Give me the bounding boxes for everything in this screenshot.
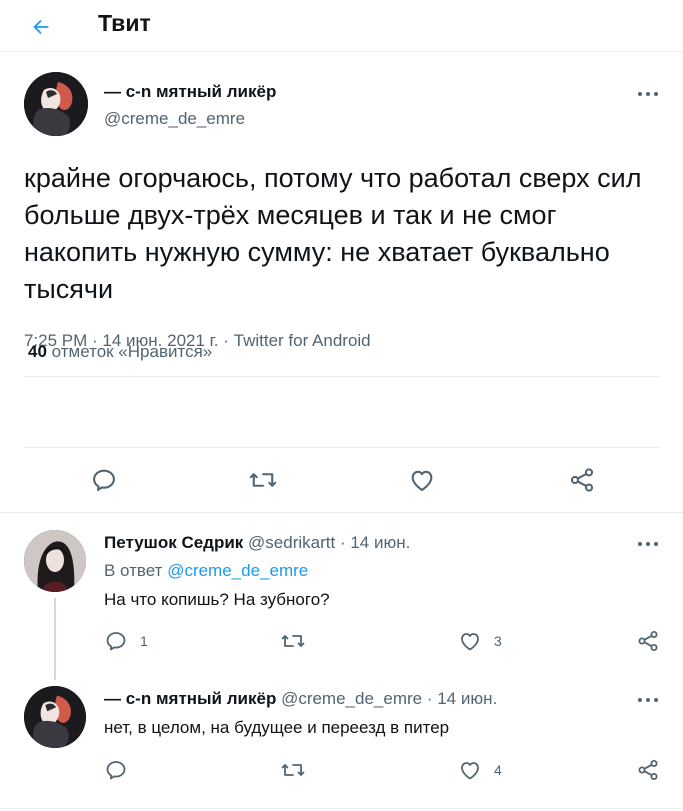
share-button[interactable]	[568, 466, 596, 494]
heart-icon	[461, 633, 479, 651]
reply-button[interactable]	[90, 466, 118, 494]
retweet-icon	[249, 473, 277, 487]
reply-icon	[106, 761, 126, 780]
more-horizontal-icon	[638, 542, 658, 546]
divider	[0, 512, 683, 513]
author-handle[interactable]: @sedrikartt	[248, 533, 335, 552]
more-options-button[interactable]	[634, 690, 662, 710]
reply-button[interactable]: 1	[104, 629, 148, 653]
more-horizontal-icon	[638, 92, 658, 96]
avatar[interactable]	[24, 686, 86, 748]
likes-count: 40	[28, 342, 47, 361]
reply-to-handle[interactable]: @creme_de_emre	[167, 561, 308, 580]
likes-summary[interactable]: 40 отметок «Нравится»	[28, 342, 212, 362]
retweet-button[interactable]	[248, 466, 278, 494]
more-horizontal-icon	[638, 698, 658, 702]
share-icon	[638, 760, 658, 780]
avatar[interactable]	[24, 530, 86, 592]
like-button[interactable]: 3	[458, 629, 502, 653]
retweet-icon	[281, 764, 305, 776]
heart-icon	[411, 470, 433, 491]
reply-header: — c-n мятный ликёр @creme_de_emre · 14 и…	[104, 689, 497, 709]
tweet-date[interactable]: · 14 июн.	[427, 689, 497, 708]
divider	[24, 447, 660, 448]
divider	[24, 376, 660, 377]
back-button[interactable]	[24, 10, 58, 44]
avatar-image	[24, 686, 86, 748]
reply-header: Петушок Седрик @sedrikartt · 14 июн.	[104, 533, 410, 553]
thread-line	[54, 598, 56, 680]
author-name[interactable]: — c-n мятный ликёр	[104, 82, 276, 102]
arrow-left-icon	[33, 19, 49, 35]
like-count: 3	[494, 633, 502, 649]
tweet-text: На что копишь? На зубного?	[104, 590, 330, 609]
avatar-image	[24, 530, 86, 592]
share-icon	[638, 631, 658, 651]
page-title: Твит	[98, 10, 151, 36]
like-button[interactable]	[408, 466, 436, 494]
more-options-button[interactable]	[634, 534, 662, 554]
retweet-button[interactable]	[280, 758, 318, 782]
retweet-icon	[281, 635, 305, 647]
author-name[interactable]: Петушок Седрик	[104, 533, 243, 552]
reply-count: 1	[140, 633, 148, 649]
reply-icon	[93, 469, 115, 491]
divider	[0, 808, 683, 809]
reply-to-line: В ответ @creme_de_emre	[104, 561, 308, 581]
like-count: 4	[494, 762, 502, 778]
top-bar: Твит	[0, 0, 683, 52]
avatar-image	[24, 72, 88, 136]
tweet-date[interactable]: · 14 июн.	[340, 533, 410, 552]
share-icon	[570, 468, 594, 492]
avatar[interactable]	[24, 72, 88, 136]
heart-icon	[461, 762, 479, 780]
retweet-button[interactable]	[280, 629, 318, 653]
reply-to-label: В ответ	[104, 561, 163, 580]
tweet-text: крайне огорчаюсь, потому что работал све…	[24, 163, 642, 304]
reply-button[interactable]	[104, 758, 140, 782]
reply-icon	[106, 632, 126, 651]
like-button[interactable]: 4	[458, 758, 502, 782]
author-handle[interactable]: @creme_de_emre	[281, 689, 422, 708]
author-name[interactable]: — c-n мятный ликёр	[104, 689, 276, 708]
author-handle[interactable]: @creme_de_emre	[104, 109, 245, 129]
share-button[interactable]	[636, 629, 660, 653]
more-options-button[interactable]	[634, 84, 662, 104]
tweet-text: нет, в целом, на будущее и переезд в пит…	[104, 718, 450, 737]
share-button[interactable]	[636, 758, 660, 782]
likes-label: отметок «Нравится»	[51, 342, 213, 361]
